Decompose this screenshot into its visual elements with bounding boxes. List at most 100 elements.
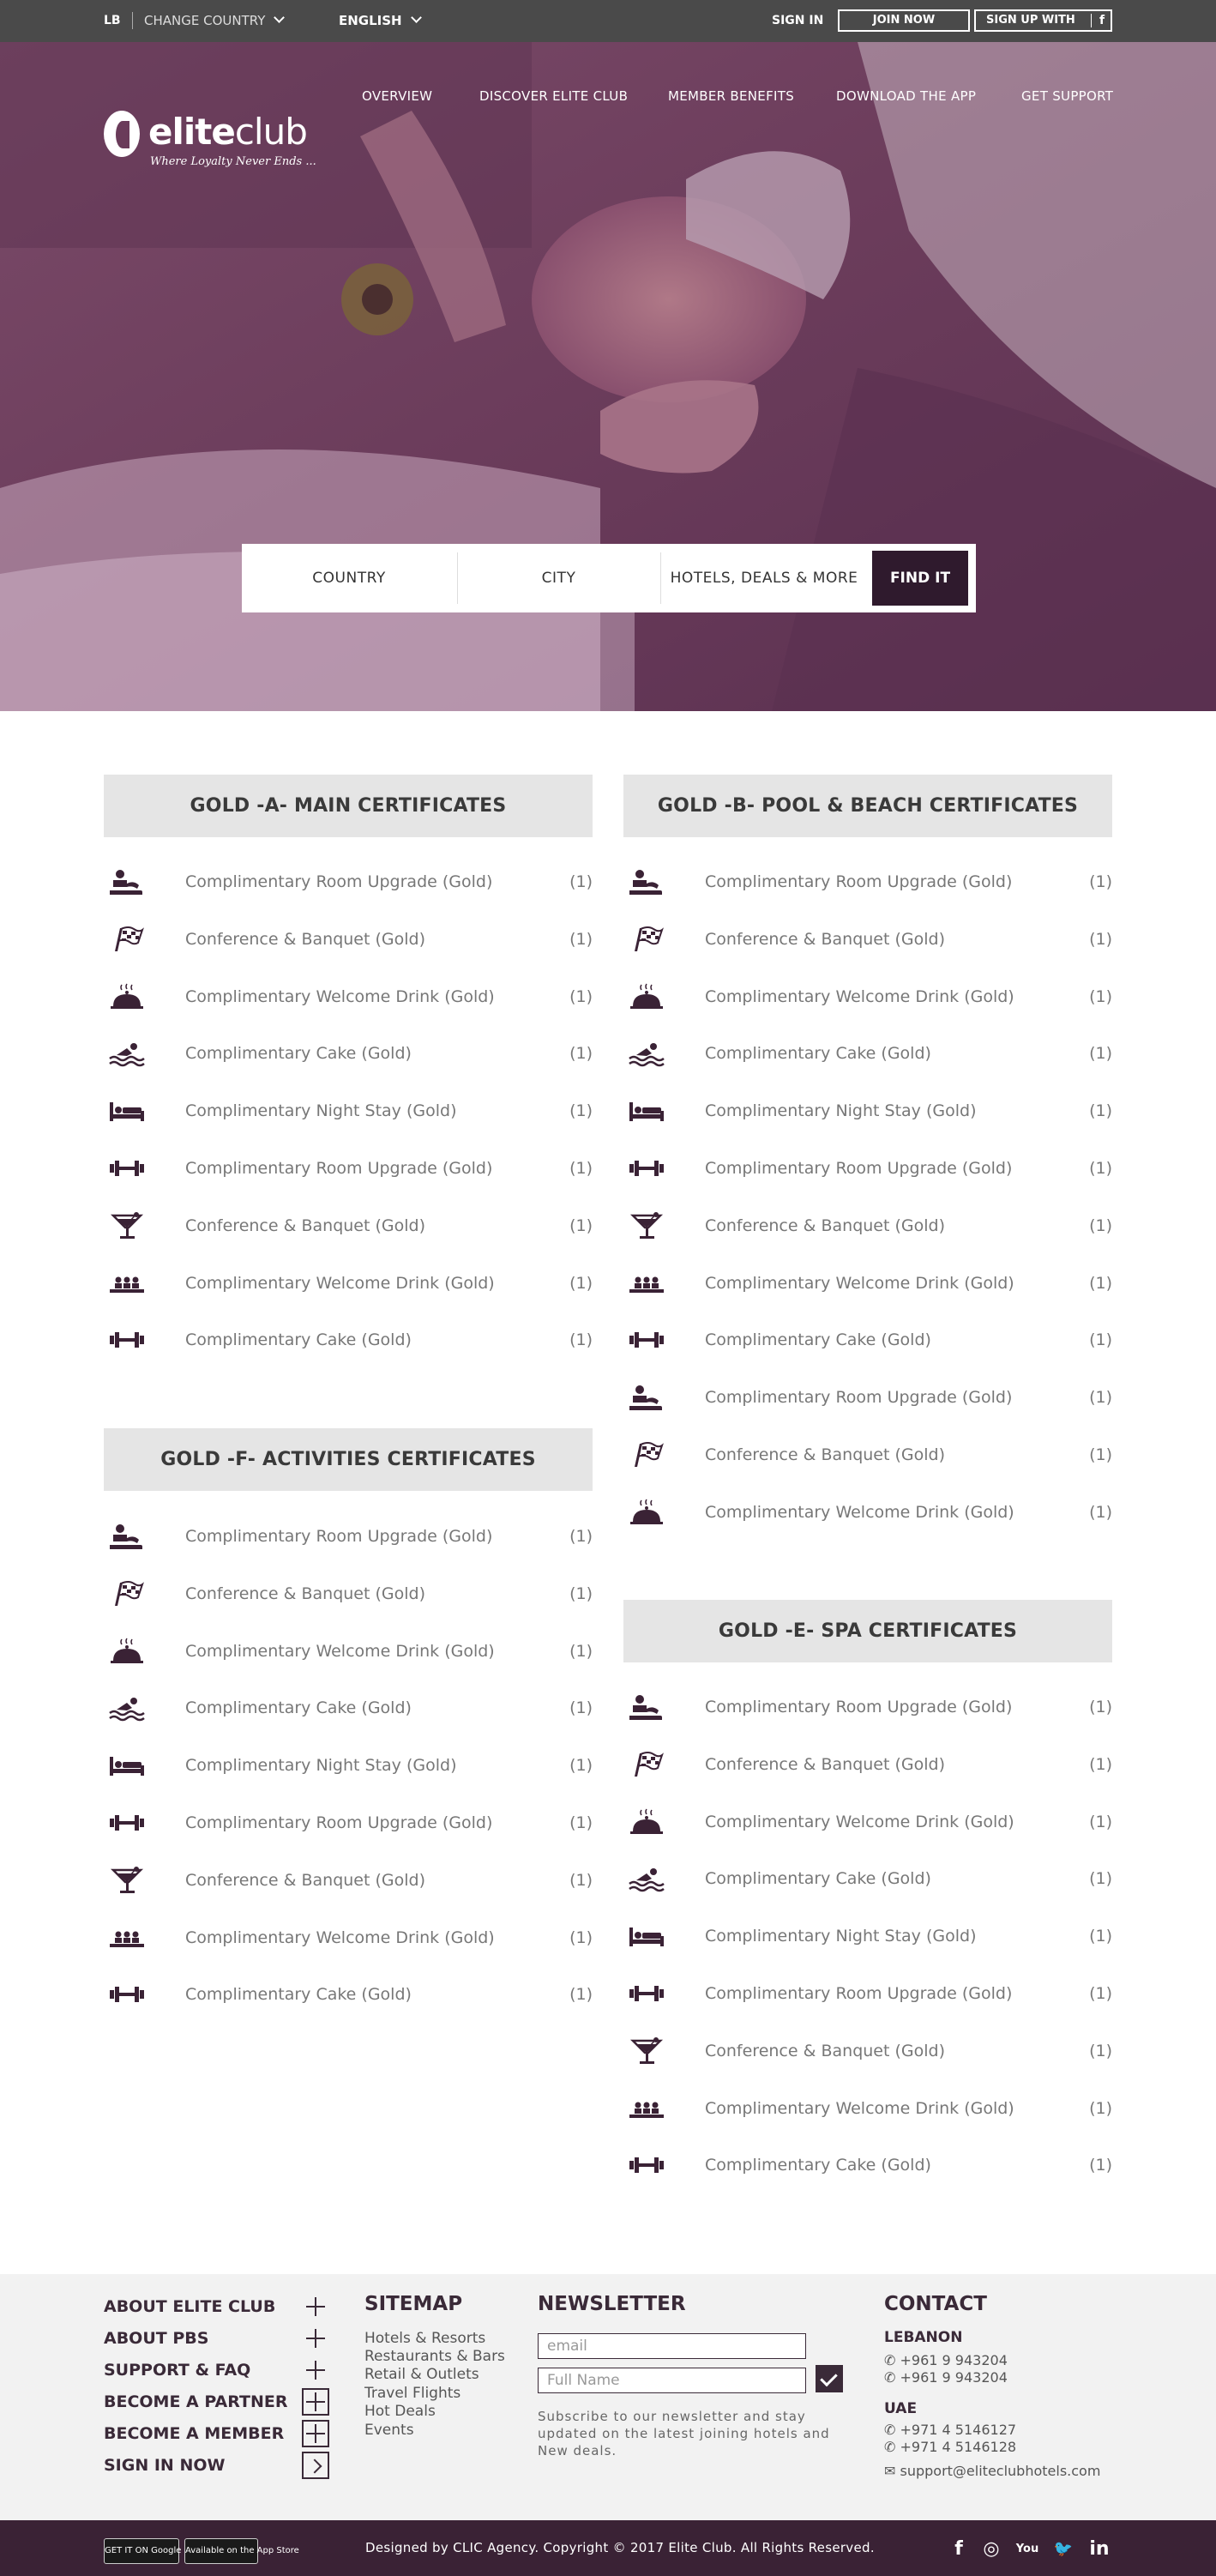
certificate-row[interactable]: Conference & Banquet (Gold) (1) [624,2034,1112,2068]
certificate-row[interactable]: Conference & Banquet (Gold) (1) [624,1438,1112,1472]
certificate-row[interactable]: Complimentary Welcome Drink (Gold) (1) [105,1921,593,1955]
certificate-row[interactable]: Complimentary Welcome Drink (Gold) (1) [105,1266,593,1300]
instagram-icon[interactable]: ◎ [979,2537,1003,2561]
nav-get-support[interactable]: GET SUPPORT [1021,88,1113,104]
find-it-button[interactable]: FIND IT [872,551,968,606]
certificate-row[interactable]: Complimentary Room Upgrade (Gold) (1) [624,1151,1112,1185]
expand-plus-icon[interactable] [302,2356,329,2384]
sign-up-facebook-button[interactable]: SIGN UP WITH f [974,9,1112,32]
sign-in-link[interactable]: SIGN IN [772,0,823,42]
certificate-row[interactable]: Complimentary Cake (Gold) (1) [105,1977,593,2012]
nav-discover-elite-club[interactable]: DISCOVER ELITE CLUB [479,88,628,104]
certificate-row[interactable]: Complimentary Room Upgrade (Gold) (1) [105,1519,593,1553]
contact-lb-phone-1[interactable]: ✆ +961 9 943204 [884,2352,1008,2369]
certificate-row[interactable]: Complimentary Cake (Gold) (1) [624,1861,1112,1896]
certificate-row[interactable]: Complimentary Cake (Gold) (1) [105,1691,593,1725]
expand-plus-box-icon[interactable] [302,2420,329,2447]
certificate-row[interactable]: Complimentary Room Upgrade (Gold) (1) [624,865,1112,899]
nav-overview[interactable]: OVERVIEW [362,88,432,104]
footer-link-support-faq[interactable]: SUPPORT & FAQ [104,2359,250,2381]
certificate-row[interactable]: Complimentary Room Upgrade (Gold) (1) [105,1806,593,1840]
footer-link-about-pbs[interactable]: ABOUT PBS [104,2327,208,2350]
join-now-button[interactable]: JOIN NOW [838,9,970,32]
expand-plus-icon[interactable] [302,2293,329,2320]
footer-link-become-member[interactable]: BECOME A MEMBER [104,2422,284,2445]
certificate-row[interactable]: Complimentary Night Stay (Gold) (1) [105,1748,593,1783]
certificate-row[interactable]: Complimentary Welcome Drink (Gold) (1) [105,1634,593,1668]
certificate-row[interactable]: Complimentary Welcome Drink (Gold) (1) [624,1266,1112,1300]
certificate-row[interactable]: Complimentary Room Upgrade (Gold) (1) [624,1690,1112,1724]
city-select[interactable]: CITY [458,544,659,612]
certificate-row[interactable]: Complimentary Room Upgrade (Gold) (1) [624,1380,1112,1415]
contact-uae-phone-2[interactable]: ✆ +971 4 5146128 [884,2439,1016,2456]
certificate-row[interactable]: Complimentary Room Upgrade (Gold) (1) [624,1976,1112,2011]
newsletter-name-input[interactable]: Full Name [538,2368,806,2393]
racing-flag-icon [115,926,144,951]
spa-massage-icon [110,870,142,895]
app-store-badge[interactable]: Available on the App Store [184,2538,299,2564]
expand-plus-icon[interactable] [302,2325,329,2352]
certificate-row[interactable]: Conference & Banquet (Gold) (1) [105,1863,593,1897]
certificate-row[interactable]: Conference & Banquet (Gold) (1) [624,1209,1112,1243]
footer-link-become-partner[interactable]: BECOME A PARTNER [104,2391,288,2413]
section-title-gold-b: GOLD -B- POOL & BEACH CERTIFICATES [623,775,1112,837]
certificate-row[interactable]: Conference & Banquet (Gold) (1) [624,1747,1112,1782]
certificate-row[interactable]: Conference & Banquet (Gold) (1) [105,1577,593,1611]
certificate-row[interactable]: Complimentary Cake (Gold) (1) [105,1323,593,1357]
logo-word-elite: elite [148,111,236,153]
youtube-icon[interactable]: You [1015,2537,1039,2561]
contact-uae-phone-1[interactable]: ✆ +971 4 5146127 [884,2422,1016,2439]
sitemap-link-hot-deals[interactable]: Hot Deals [364,2402,436,2421]
twitter-icon[interactable]: 🐦 [1051,2537,1075,2561]
certificate-row[interactable]: Conference & Banquet (Gold) (1) [105,922,593,956]
certificate-row[interactable]: Complimentary Room Upgrade (Gold) (1) [105,865,593,899]
contact-email-link[interactable]: ✉ support@eliteclubhotels.com [884,2463,1100,2480]
elite-club-logo[interactable]: eliteclub Where Loyalty Never Ends ... [104,111,316,179]
certificate-row[interactable]: Complimentary Night Stay (Gold) (1) [624,1094,1112,1128]
newsletter-submit-button[interactable] [816,2365,843,2392]
certificate-row[interactable]: Complimentary Cake (Gold) (1) [624,2148,1112,2182]
category-select[interactable]: HOTELS, DEALS & MORE [661,544,867,612]
language-dropdown[interactable]: ENGLISH [339,0,422,42]
sitemap-link-retail[interactable]: Retail & Outlets [364,2365,479,2384]
certificate-row[interactable]: Complimentary Welcome Drink (Gold) (1) [624,980,1112,1014]
sitemap-link-events[interactable]: Events [364,2421,414,2440]
section-title-gold-e: GOLD -E- SPA CERTIFICATES [623,1600,1112,1662]
facebook-icon[interactable]: f [947,2537,971,2561]
certificate-row[interactable]: Conference & Banquet (Gold) (1) [105,1209,593,1243]
certificate-row[interactable]: Complimentary Welcome Drink (Gold) (1) [624,1495,1112,1529]
certificate-row[interactable]: Complimentary Night Stay (Gold) (1) [105,1094,593,1128]
certificate-row[interactable]: Complimentary Night Stay (Gold) (1) [624,1919,1112,1953]
change-country-dropdown[interactable]: CHANGE COUNTRY [144,0,286,42]
sitemap-link-hotels[interactable]: Hotels & Resorts [364,2329,485,2348]
sitemap-title: SITEMAP [364,2293,463,2315]
certificate-label: Complimentary Cake (Gold) [705,2156,931,2175]
certificate-row[interactable]: Complimentary Room Upgrade (Gold) (1) [105,1151,593,1185]
footer-link-sign-in-now[interactable]: SIGN IN NOW [104,2454,225,2476]
certificate-row[interactable]: Complimentary Welcome Drink (Gold) (1) [624,2091,1112,2126]
expand-plus-box-icon[interactable] [302,2388,329,2416]
sitemap-link-restaurants[interactable]: Restaurants & Bars [364,2347,505,2366]
sitemap-link-travel[interactable]: Travel Flights [364,2384,461,2403]
certificate-row[interactable]: Conference & Banquet (Gold) (1) [624,922,1112,956]
certificate-row[interactable]: Complimentary Cake (Gold) (1) [624,1036,1112,1071]
certificate-row[interactable]: Complimentary Cake (Gold) (1) [624,1323,1112,1357]
meeting-table-icon [629,1276,664,1293]
certificate-row[interactable]: Complimentary Welcome Drink (Gold) (1) [105,980,593,1014]
certificate-row[interactable]: Complimentary Welcome Drink (Gold) (1) [624,1805,1112,1839]
nav-member-benefits[interactable]: MEMBER BENEFITS [668,88,794,104]
phone-number: +971 4 5146127 [900,2422,1017,2438]
certificate-count: (1) [569,1641,593,1661]
footer-link-about-elite-club[interactable]: ABOUT ELITE CLUB [104,2295,275,2318]
contact-lb-phone-2[interactable]: ✆ +961 9 943204 [884,2369,1008,2386]
newsletter-email-input[interactable]: email [538,2333,806,2359]
country-select[interactable]: COUNTRY [242,544,456,612]
linkedin-icon[interactable]: in [1087,2537,1111,2561]
google-play-badge[interactable]: GET IT ON Google play [104,2538,202,2564]
certificate-label: Complimentary Room Upgrade (Gold) [185,1527,493,1546]
nav-download-the-app[interactable]: DOWNLOAD THE APP [836,88,976,104]
top-bar: LB CHANGE COUNTRY ENGLISH SIGN IN JOIN N… [0,0,1216,42]
food-cloche-icon [630,983,663,1009]
arrow-right-icon[interactable] [302,2452,329,2479]
certificate-row[interactable]: Complimentary Cake (Gold) (1) [105,1036,593,1071]
